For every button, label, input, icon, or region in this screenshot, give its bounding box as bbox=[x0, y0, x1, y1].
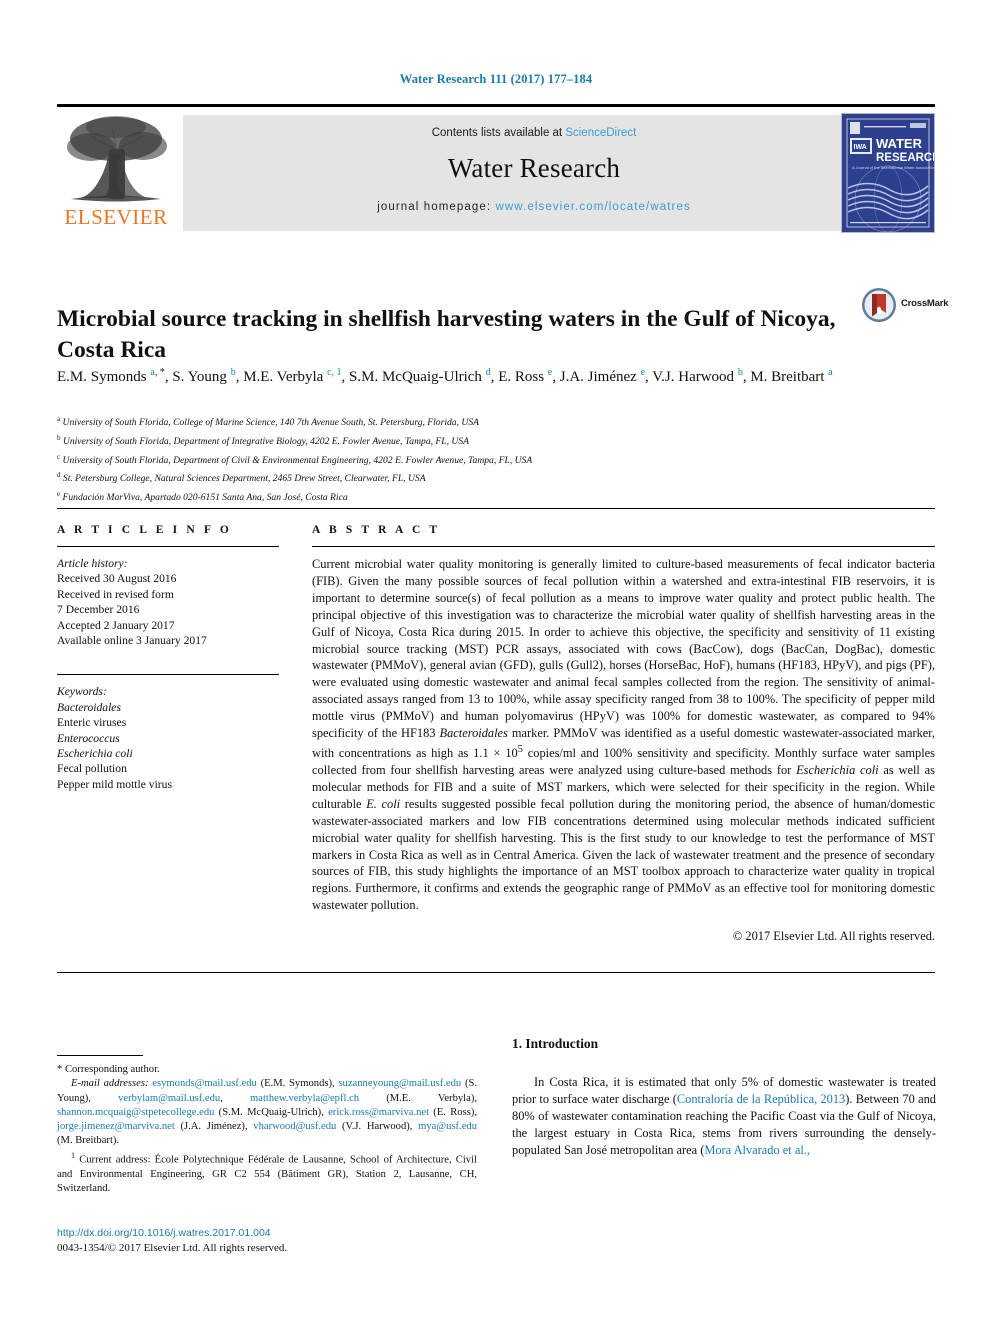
affiliation-item: c University of South Florida, Departmen… bbox=[57, 450, 937, 469]
affiliation-marker: b bbox=[57, 433, 61, 442]
keyword-item: Pepper mild mottle virus bbox=[57, 777, 172, 791]
doi-block: http://dx.doi.org/10.1016/j.watres.2017.… bbox=[57, 1226, 497, 1256]
abstract-heading: A B S T R A C T bbox=[312, 524, 441, 536]
journal-title: Water Research bbox=[447, 153, 621, 183]
issn-copyright-line: 0043-1354/© 2017 Elsevier Ltd. All right… bbox=[57, 1242, 288, 1254]
elsevier-logo: ELSEVIER bbox=[57, 113, 175, 235]
affiliation-text: University of South Florida, College of … bbox=[62, 417, 479, 429]
affiliation-item: d St. Petersburg College, Natural Scienc… bbox=[57, 468, 937, 487]
journal-masthead: ELSEVIER Contents lists available at Sci… bbox=[57, 104, 935, 235]
affiliation-text: University of South Florida, Department … bbox=[62, 454, 533, 466]
crossmark-badge[interactable]: CrossMark bbox=[861, 287, 949, 327]
running-head: Water Research 111 (2017) 177–184 bbox=[399, 72, 593, 86]
affiliation-marker: c bbox=[57, 452, 61, 461]
current-address-text: Current address: École Polytechnique Féd… bbox=[57, 1154, 477, 1194]
abstract-divider bbox=[312, 546, 935, 547]
keyword-item: Bacteroidales bbox=[57, 700, 121, 714]
affiliation-text: University of South Florida, Department … bbox=[62, 435, 469, 447]
journal-homepage-link[interactable]: www.elsevier.com/locate/watres bbox=[495, 201, 690, 213]
masthead-grey-panel: Contents lists available at ScienceDirec… bbox=[183, 115, 885, 231]
abstract-copyright: © 2017 Elsevier Ltd. All rights reserved… bbox=[732, 929, 935, 944]
svg-text:IWA: IWA bbox=[854, 144, 867, 151]
journal-cover-thumbnail: IWA WATER RESEARCH A Journal of the Inte… bbox=[841, 113, 935, 233]
crossmark-label: CrossMark bbox=[901, 298, 949, 309]
journal-homepage-line: journal homepage: www.elsevier.com/locat… bbox=[183, 201, 885, 213]
keyword-item: Enterococcus bbox=[57, 731, 120, 745]
contents-available-line: Contents lists available at ScienceDirec… bbox=[183, 115, 885, 139]
crossmark-icon[interactable] bbox=[861, 287, 897, 323]
email-addresses-label: E-mail addresses: bbox=[71, 1078, 149, 1090]
keyword-item: Fecal pollution bbox=[57, 762, 127, 776]
divider-bottom bbox=[57, 972, 935, 973]
page-title: Microbial source tracking in shellfish h… bbox=[57, 305, 836, 363]
affiliation-item: b University of South Florida, Departmen… bbox=[57, 431, 937, 450]
current-address-marker: 1 bbox=[71, 1150, 75, 1160]
sciencedirect-link[interactable]: ScienceDirect bbox=[565, 127, 636, 139]
current-address-note: 1 Current address: École Polytechnique F… bbox=[57, 1149, 477, 1196]
divider-top bbox=[57, 508, 935, 509]
keywords-label: Keywords: bbox=[57, 685, 107, 699]
affiliation-marker: a bbox=[57, 415, 61, 423]
affiliation-item: e Fundación MarViva, Apartado 020-6151 S… bbox=[57, 487, 937, 506]
article-history-label: Article history: bbox=[57, 557, 128, 570]
footnote-rule bbox=[57, 1055, 143, 1056]
corresponding-author-note: * Corresponding author. bbox=[57, 1064, 160, 1075]
article-info-heading: A R T I C L E I N F O bbox=[57, 524, 232, 536]
homepage-prefix: journal homepage: bbox=[377, 201, 496, 213]
affiliation-text: St. Petersburg College, Natural Sciences… bbox=[62, 473, 426, 485]
abstract-body: Current microbial water quality monitori… bbox=[312, 557, 935, 913]
email-addresses-note: E-mail addresses: esymonds@mail.usf.edu … bbox=[57, 1077, 477, 1148]
author-list: E.M. Symonds a, *, S. Young b, M.E. Verb… bbox=[57, 367, 833, 385]
article-info-section: A R T I C L E I N F O Article history: R… bbox=[57, 524, 279, 792]
keywords-block: Keywords: Bacteroidales Enteric viruses … bbox=[57, 684, 279, 792]
article-history-item: Received in revised form bbox=[57, 587, 174, 601]
article-history-item: Received 30 August 2016 bbox=[57, 572, 177, 586]
keyword-item: Enteric viruses bbox=[57, 716, 127, 730]
keyword-item: Escherichia coli bbox=[57, 747, 133, 761]
article-info-divider bbox=[57, 546, 279, 547]
article-history-item: 7 December 2016 bbox=[57, 603, 140, 617]
keywords-divider bbox=[57, 674, 279, 676]
introduction-body: In Costa Rica, it is estimated that only… bbox=[512, 1075, 936, 1157]
affiliation-marker: e bbox=[57, 490, 61, 499]
abstract-section: A B S T R A C T Current microbial water … bbox=[312, 524, 935, 944]
svg-text:WATER: WATER bbox=[876, 136, 923, 151]
introduction-heading: 1. Introduction bbox=[512, 1036, 599, 1051]
elsevier-tree-icon bbox=[67, 116, 167, 202]
affiliation-marker: d bbox=[57, 471, 61, 480]
affiliation-item: a University of South Florida, College o… bbox=[57, 412, 937, 431]
elsevier-wordmark: ELSEVIER bbox=[64, 205, 168, 229]
affiliation-text: Fundación MarViva, Apartado 020-6151 San… bbox=[62, 492, 348, 504]
article-history-item: Available online 3 January 2017 bbox=[57, 634, 207, 648]
article-history-block: Article history: Received 30 August 2016… bbox=[57, 556, 279, 648]
article-page: Water Research 111 (2017) 177–184 ELSEVI… bbox=[0, 0, 992, 1323]
doi-link[interactable]: http://dx.doi.org/10.1016/j.watres.2017.… bbox=[57, 1226, 497, 1241]
introduction-section: 1. Introduction In Costa Rica, it is est… bbox=[512, 1036, 936, 1159]
svg-text:A Journal of the International: A Journal of the International Water Ass… bbox=[852, 165, 934, 170]
affiliation-list: a University of South Florida, College o… bbox=[57, 412, 937, 506]
svg-text:RESEARCH: RESEARCH bbox=[876, 152, 934, 164]
article-history-item: Accepted 2 January 2017 bbox=[57, 618, 175, 632]
contents-prefix: Contents lists available at bbox=[431, 127, 566, 139]
footnotes-block: * Corresponding author. E-mail addresses… bbox=[57, 1055, 477, 1196]
water-research-cover-image: IWA WATER RESEARCH A Journal of the Inte… bbox=[842, 114, 934, 232]
